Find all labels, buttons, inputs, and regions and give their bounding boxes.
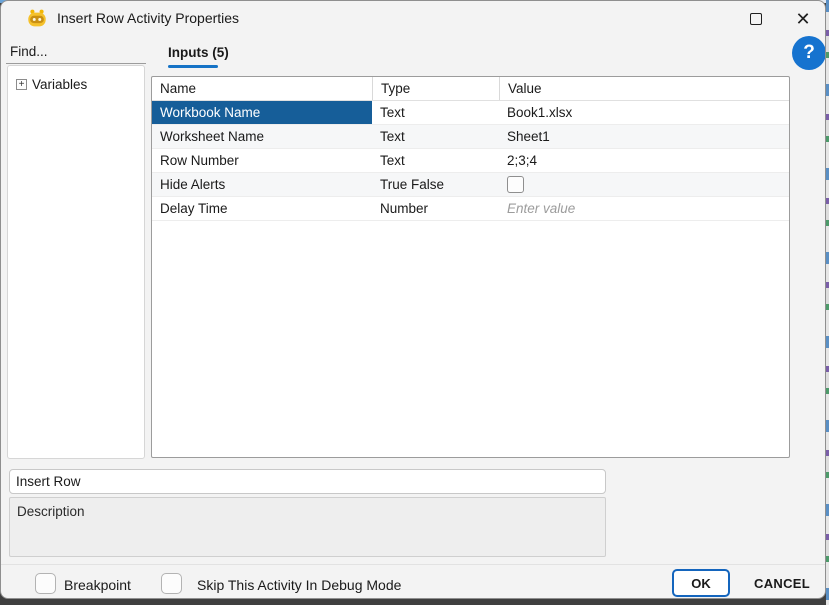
maximize-button[interactable] bbox=[743, 9, 769, 29]
close-button[interactable]: ✕ bbox=[790, 7, 816, 31]
activity-name-input[interactable]: Insert Row bbox=[9, 469, 606, 494]
help-icon: ? bbox=[803, 42, 815, 63]
table-header-row: Name Type Value bbox=[152, 77, 789, 101]
row-name-cell[interactable]: Worksheet Name bbox=[152, 125, 372, 148]
expand-icon[interactable]: + bbox=[16, 79, 27, 90]
help-button[interactable]: ? bbox=[792, 36, 825, 70]
column-header-value[interactable]: Value bbox=[499, 77, 789, 100]
row-type-cell: Text bbox=[380, 153, 405, 168]
ok-button[interactable]: OK bbox=[672, 569, 730, 597]
tree-item-label: Variables bbox=[32, 77, 88, 92]
table-row-row-number[interactable]: Row Number Text 2;3;4 bbox=[152, 149, 789, 173]
column-header-type[interactable]: Type bbox=[372, 77, 499, 100]
table-row-delay-time[interactable]: Delay Time Number Enter value bbox=[152, 197, 789, 221]
tree-item-variables[interactable]: + Variables bbox=[8, 66, 144, 103]
row-value-cell bbox=[499, 173, 789, 196]
row-name-cell[interactable]: Row Number bbox=[152, 149, 372, 172]
row-value-cell[interactable]: 2;3;4 bbox=[499, 149, 789, 172]
cancel-button[interactable]: CANCEL bbox=[743, 569, 821, 597]
row-type-cell: True False bbox=[380, 177, 445, 192]
row-type-cell: Number bbox=[380, 201, 429, 216]
properties-dialog: Insert Row Activity Properties ✕ ? Find.… bbox=[0, 0, 826, 599]
row-name-cell[interactable]: Delay Time bbox=[152, 197, 372, 220]
tab-inputs[interactable]: Inputs (5) bbox=[168, 45, 229, 60]
row-value-cell[interactable]: Sheet1 bbox=[499, 125, 789, 148]
row-value-cell[interactable]: Book1.xlsx bbox=[499, 101, 789, 124]
table-row-hide-alerts[interactable]: Hide Alerts True False bbox=[152, 173, 789, 197]
delay-time-value-input[interactable]: Enter value bbox=[499, 197, 789, 220]
footer-divider bbox=[1, 564, 825, 565]
row-type-cell: Text bbox=[380, 105, 405, 120]
row-name-cell[interactable]: Workbook Name bbox=[152, 101, 372, 124]
column-header-name[interactable]: Name bbox=[152, 77, 372, 100]
row-name-cell[interactable]: Hide Alerts bbox=[152, 173, 372, 196]
window-title: Insert Row Activity Properties bbox=[57, 10, 240, 26]
find-input[interactable]: Find... bbox=[6, 39, 146, 64]
tab-active-indicator bbox=[168, 65, 218, 68]
inputs-table: Name Type Value Workbook Name Text Book1… bbox=[151, 76, 790, 458]
table-row-worksheet-name[interactable]: Worksheet Name Text Sheet1 bbox=[152, 125, 789, 149]
variables-tree-panel: + Variables bbox=[7, 65, 145, 459]
table-row-workbook-name[interactable]: Workbook Name Text Book1.xlsx bbox=[152, 101, 789, 125]
description-textarea[interactable]: Description bbox=[9, 497, 606, 557]
skip-debug-checkbox[interactable] bbox=[161, 573, 182, 594]
breakpoint-checkbox[interactable] bbox=[35, 573, 56, 594]
robot-app-icon bbox=[28, 9, 46, 27]
titlebar: Insert Row Activity Properties ✕ bbox=[1, 1, 825, 35]
maximize-icon bbox=[750, 13, 762, 25]
hide-alerts-checkbox[interactable] bbox=[507, 176, 524, 193]
close-icon: ✕ bbox=[795, 9, 811, 29]
breakpoint-label: Breakpoint bbox=[64, 577, 131, 593]
row-type-cell: Text bbox=[380, 129, 405, 144]
skip-debug-label: Skip This Activity In Debug Mode bbox=[197, 577, 402, 593]
